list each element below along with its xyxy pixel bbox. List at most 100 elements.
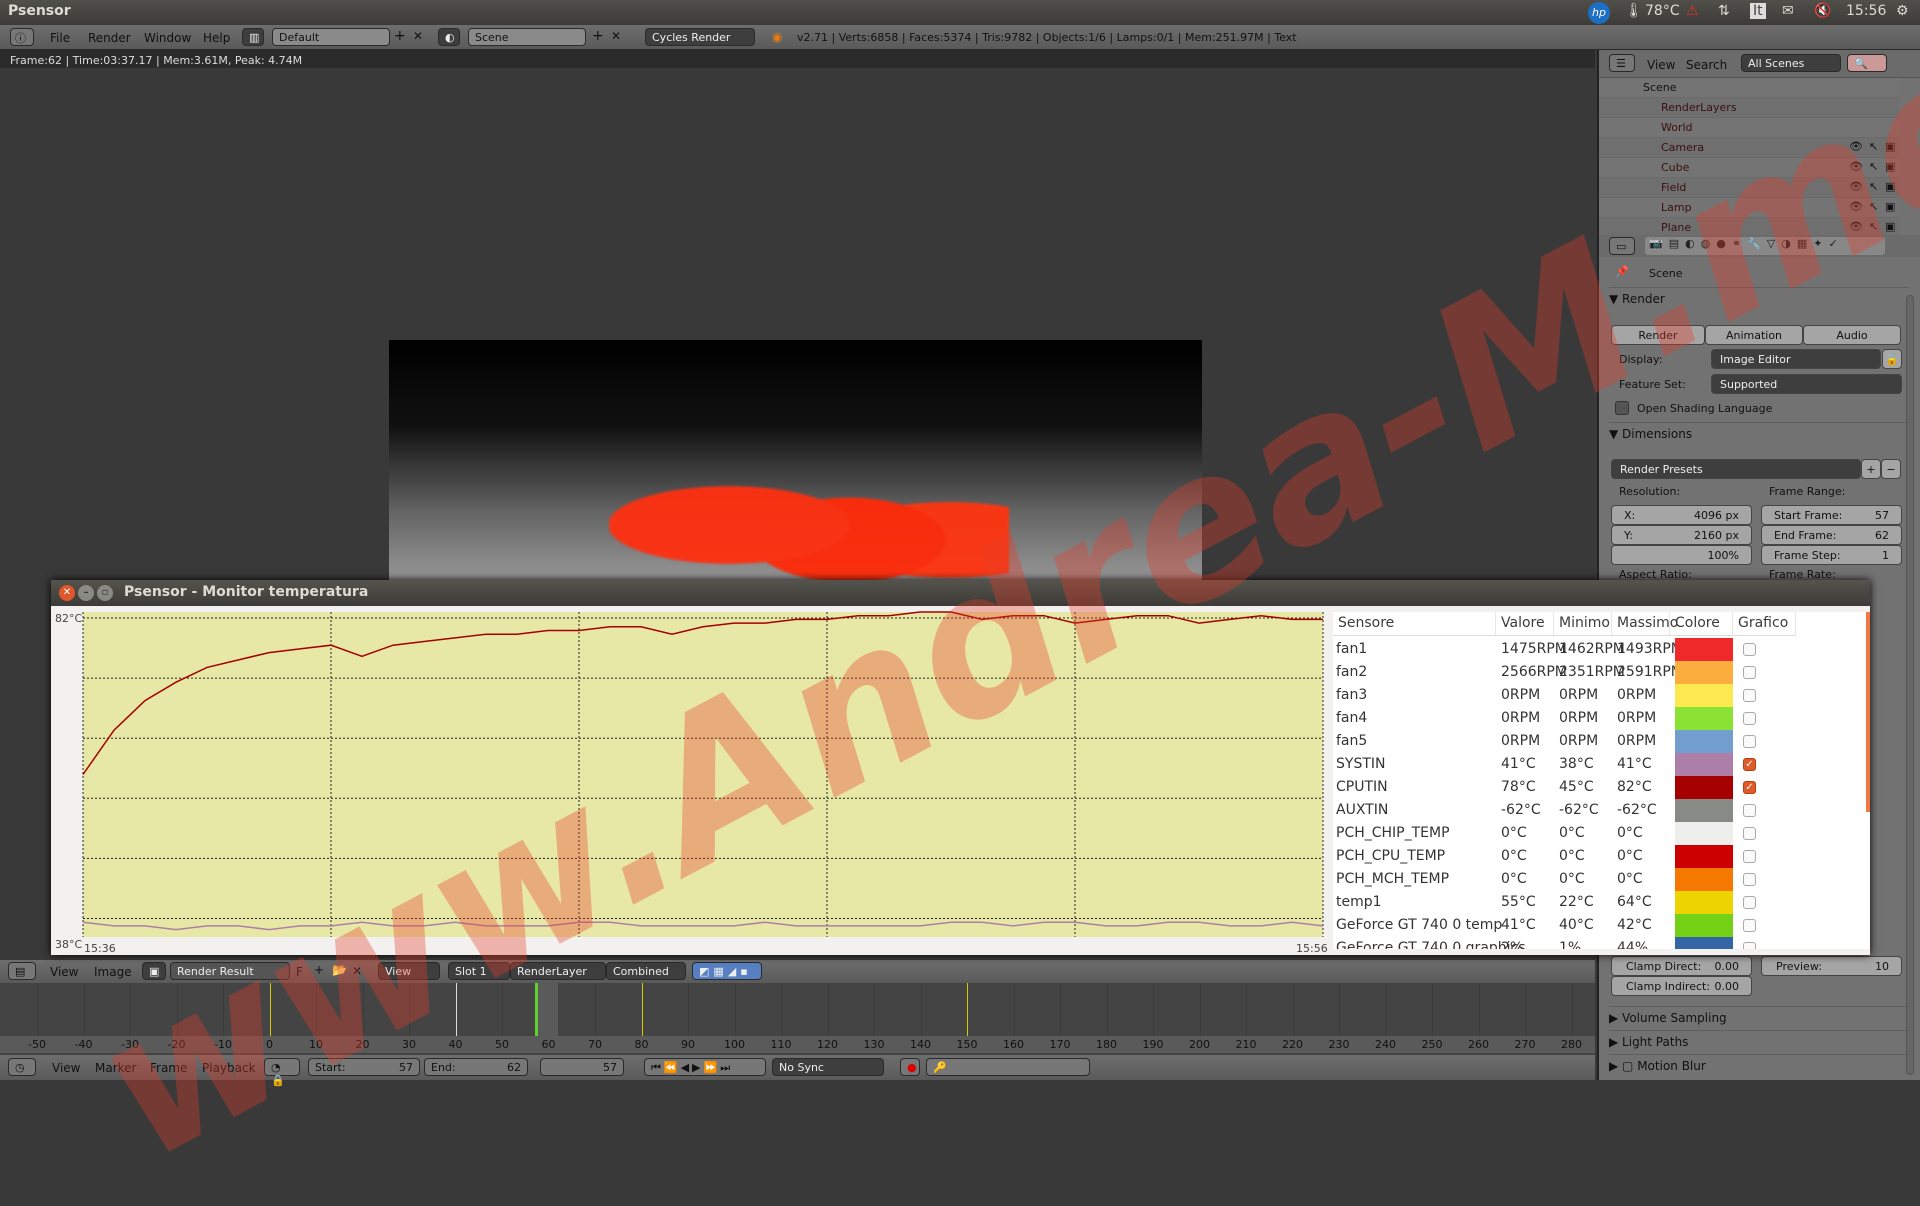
sensor-row[interactable]: CPUTIN 78°C 45°C 82°C ✓ (1333, 776, 1870, 799)
properties-scrollbar[interactable] (1906, 295, 1914, 1075)
keyboard-icon[interactable]: It (1750, 3, 1766, 19)
dimensions-section-header[interactable]: ▼ Dimensions (1609, 422, 1909, 441)
sensor-row[interactable]: fan4 0RPM 0RPM 0RPM (1333, 707, 1870, 730)
column-header-colore[interactable]: Colore (1670, 612, 1733, 636)
temperature-indicator[interactable]: 78°C (1645, 3, 1680, 19)
sensor-color-swatch[interactable] (1675, 776, 1733, 799)
resolution-x-field[interactable]: X: 4096 px (1611, 505, 1752, 525)
lock-icon[interactable]: 🔓 (1882, 349, 1902, 369)
sensor-color-swatch[interactable] (1675, 914, 1733, 937)
end-frame-input[interactable]: End: 62 (424, 1058, 528, 1076)
layout-icon[interactable]: ▥ (242, 28, 264, 46)
sensor-row[interactable]: fan3 0RPM 0RPM 0RPM (1333, 684, 1870, 707)
sensor-color-swatch[interactable] (1675, 845, 1733, 868)
select-cursor-icon[interactable]: ↖ (1869, 200, 1878, 213)
clamp-direct-field[interactable]: Clamp Direct: 0.00 (1611, 956, 1752, 976)
tl-frame-menu[interactable]: Frame (150, 1061, 187, 1075)
outliner-filter-selector[interactable]: All Scenes (1741, 54, 1841, 72)
frame-ruler[interactable]: -50 -40 -30 -20 -10 0 10 20 30 40 50 60 70 80 90 100 110… (0, 1036, 1595, 1053)
graph-checkbox[interactable] (1743, 896, 1756, 909)
ie-view-menu[interactable]: View (50, 965, 78, 979)
search-icon[interactable]: 🔍 (1847, 54, 1887, 72)
render-engine-selector[interactable]: Cycles Render (645, 28, 755, 46)
properties-editor-icon[interactable]: ▭ (1609, 237, 1635, 255)
graph-checkbox[interactable] (1743, 735, 1756, 748)
render-camera-icon[interactable]: ▣ (1885, 160, 1895, 173)
animation-button[interactable]: Animation (1705, 325, 1803, 345)
display-selector[interactable]: Image Editor (1711, 349, 1881, 369)
keying-set-field[interactable]: 🔑 (926, 1058, 1090, 1076)
select-cursor-icon[interactable]: ↖ (1869, 220, 1878, 233)
sync-selector[interactable]: No Sync (772, 1058, 884, 1076)
column-header-minimo[interactable]: Minimo (1554, 612, 1612, 636)
sensor-color-swatch[interactable] (1675, 661, 1733, 684)
graph-checkbox[interactable] (1743, 689, 1756, 702)
graph-checkbox[interactable] (1743, 873, 1756, 886)
scene-icon[interactable]: ◐ (438, 28, 460, 46)
minimize-window-icon[interactable]: – (78, 585, 94, 601)
graph-checkbox[interactable]: ✓ (1743, 781, 1756, 794)
add-layout-icon[interactable]: + (394, 28, 406, 44)
sensor-row[interactable]: temp1 55°C 22°C 64°C (1333, 891, 1870, 914)
column-header-sensore[interactable]: Sensore (1333, 612, 1496, 636)
pin-icon[interactable]: 📌 (1615, 265, 1629, 278)
sensor-row[interactable]: fan1 1475RPM 1462RPM 1493RPM (1333, 638, 1870, 661)
osl-checkbox[interactable] (1615, 401, 1629, 415)
motion-blur-section[interactable]: ▶ ▢ Motion Blur (1609, 1054, 1909, 1076)
outliner-item[interactable]: World (1599, 118, 1899, 138)
feature-set-selector[interactable]: Supported (1711, 374, 1902, 394)
image-name-field[interactable]: Render Result (170, 962, 290, 980)
draw-channels-icons[interactable]: ◩▦◢▪ (692, 962, 762, 980)
graph-checkbox[interactable] (1743, 712, 1756, 725)
open-image-icon[interactable]: 📂 (332, 963, 347, 977)
render-presets-selector[interactable]: Render Presets (1611, 459, 1861, 479)
render-button[interactable]: Render (1611, 325, 1705, 345)
select-cursor-icon[interactable]: ↖ (1869, 180, 1878, 193)
power-gear-icon[interactable]: ⚙ (1896, 3, 1909, 19)
render-camera-icon[interactable]: ▣ (1885, 200, 1895, 213)
ie-image-menu[interactable]: Image (94, 965, 132, 979)
remove-preset-icon[interactable]: − (1881, 459, 1901, 479)
sensor-row[interactable]: PCH_CPU_TEMP 0°C 0°C 0°C (1333, 845, 1870, 868)
timeline-editor-icon[interactable]: ◷ (8, 1058, 36, 1076)
maximize-window-icon[interactable]: ▫ (97, 585, 113, 601)
graph-checkbox[interactable] (1743, 919, 1756, 932)
current-frame-input[interactable]: 57 (540, 1058, 624, 1076)
sensor-row[interactable]: GeForce GT 740 0 graphics 2% 1% 44% (1333, 937, 1870, 949)
outliner-editor-icon[interactable]: ☰ (1609, 54, 1635, 72)
menu-file[interactable]: File (50, 31, 70, 45)
light-paths-section[interactable]: ▶ Light Paths (1609, 1030, 1909, 1052)
column-header-grafico[interactable]: Grafico (1733, 612, 1796, 636)
sensor-row[interactable]: PCH_MCH_TEMP 0°C 0°C 0°C (1333, 868, 1870, 891)
slot-selector[interactable]: Slot 1 (448, 962, 510, 980)
outliner-view-menu[interactable]: View (1647, 58, 1675, 72)
sensor-color-swatch[interactable] (1675, 707, 1733, 730)
tl-marker-menu[interactable]: Marker (95, 1061, 136, 1075)
tl-view-menu[interactable]: View (52, 1061, 80, 1075)
outliner-item[interactable]: Field 👁 ↖ ▣ (1599, 178, 1899, 198)
column-header-massimo[interactable]: Massimo (1612, 612, 1678, 636)
visibility-eye-icon[interactable]: 👁 (1849, 160, 1863, 173)
image-browse-icon[interactable]: ▣ (142, 962, 166, 980)
column-header-valore[interactable]: Valore (1496, 612, 1554, 636)
outliner-item[interactable]: Cube 👁 ↖ ▣ (1599, 158, 1899, 178)
clock[interactable]: 15:56 (1846, 3, 1886, 19)
sensor-color-swatch[interactable] (1675, 730, 1733, 753)
mail-icon[interactable]: ✉ (1782, 3, 1794, 19)
start-frame-input[interactable]: Start: 57 (308, 1058, 420, 1076)
menu-render[interactable]: Render (88, 31, 131, 45)
add-scene-icon[interactable]: + (592, 28, 604, 44)
select-cursor-icon[interactable]: ↖ (1869, 140, 1878, 153)
ie-view-selector[interactable]: View (378, 962, 440, 980)
audio-button[interactable]: Audio (1803, 325, 1901, 345)
psensor-titlebar[interactable]: ✕ – ▫ Psensor - Monitor temperatura (51, 580, 1870, 606)
new-image-icon[interactable]: + (314, 963, 324, 977)
current-frame-indicator[interactable] (534, 983, 538, 1036)
outliner-search-menu[interactable]: Search (1686, 58, 1727, 72)
visibility-eye-icon[interactable]: 👁 (1849, 180, 1863, 193)
graph-checkbox[interactable] (1743, 666, 1756, 679)
graph-checkbox[interactable] (1743, 827, 1756, 840)
sensor-color-swatch[interactable] (1675, 822, 1733, 845)
render-pass-selector[interactable]: Combined (606, 962, 686, 980)
graph-checkbox[interactable] (1743, 850, 1756, 863)
